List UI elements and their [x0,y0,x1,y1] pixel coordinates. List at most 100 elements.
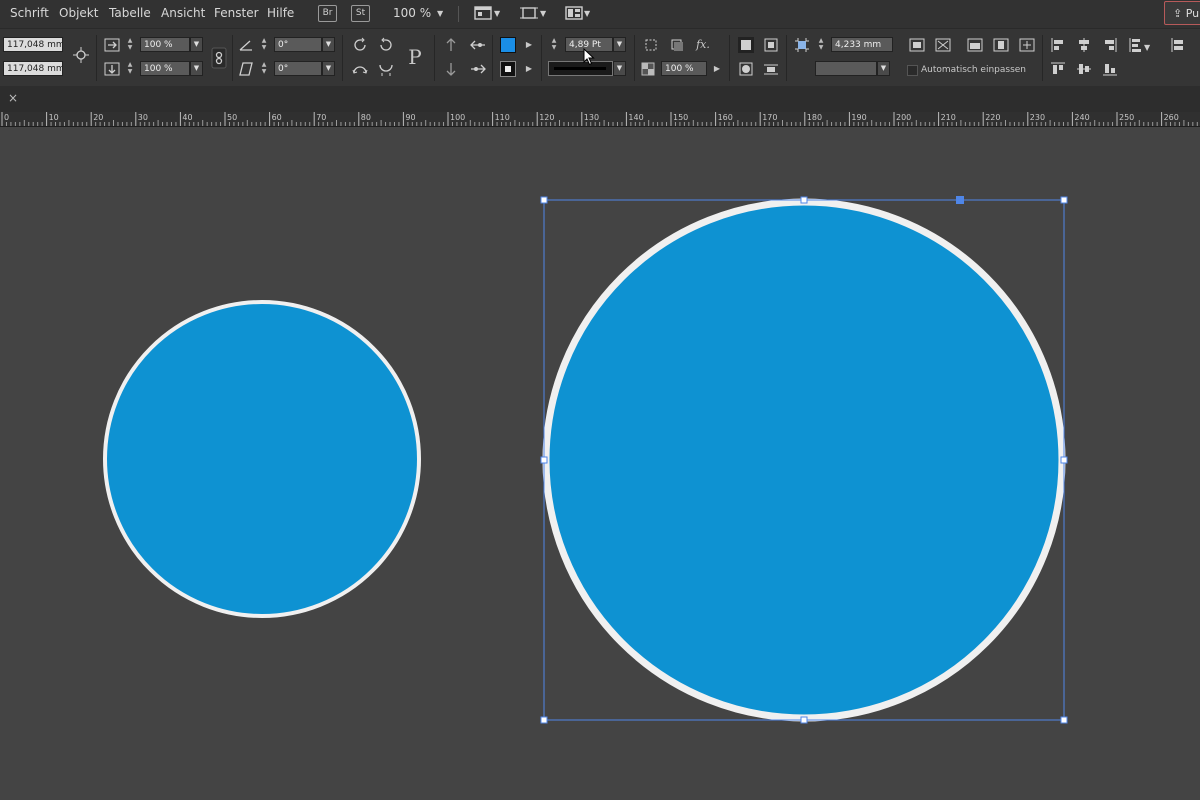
menu-tabelle[interactable]: Tabelle [109,6,151,20]
fill-color-swatch[interactable] [500,37,516,53]
stroke-weight-dropdown[interactable]: ▼ [613,37,626,52]
effects-icon[interactable]: fx. [695,37,711,53]
live-corner-handle[interactable] [956,196,964,204]
align-right-icon[interactable] [1102,37,1118,53]
select-container-icon[interactable] [443,37,459,53]
width-field[interactable]: 117,048 mm [3,37,63,52]
stroke-type-dropdown[interactable]: ▼ [613,61,626,76]
share-icon: ⇪ [1173,7,1183,20]
align-vertical-center-icon[interactable] [1076,61,1092,77]
control-separator [342,35,343,81]
small-circle[interactable] [103,300,421,618]
handle-bottom-center[interactable] [800,716,808,724]
scale-y-field[interactable]: 100 % [140,61,190,76]
handle-top-center[interactable] [800,196,808,204]
horizontal-ruler[interactable]: 0 10 20 30 40 50 60 70 80 90 100 110 120 130 140 150 160… [0,112,1200,127]
link-scale-icon[interactable] [211,47,227,69]
stroke-swatch-arrow-icon[interactable]: ▶ [521,61,537,77]
align-horizontal-center-icon[interactable] [1076,37,1092,53]
align-bottom-icon[interactable] [1102,61,1118,77]
align-top-icon[interactable] [1050,61,1066,77]
screen-mode-icon[interactable] [474,5,492,21]
shear-spinner[interactable]: ▲ ▼ [260,61,268,76]
control-separator [786,35,787,81]
select-previous-object-icon[interactable] [469,37,485,53]
rotation-spinner[interactable]: ▲ ▼ [260,37,268,52]
stroke-type-field[interactable] [548,61,613,76]
auto-fit-checkbox[interactable] [907,65,918,76]
menu-objekt[interactable]: Objekt [59,6,98,20]
zoom-dropdown-icon[interactable]: ▼ [437,9,443,18]
rotation-field[interactable]: 0° [274,37,322,52]
object-style-dropdown[interactable]: ▼ [877,61,890,76]
scale-x-dropdown[interactable]: ▼ [190,37,203,52]
wrap-object-shape-icon[interactable] [738,61,754,77]
handle-middle-left[interactable] [540,456,548,464]
control-separator [541,35,542,81]
shear-field[interactable]: 0° [274,61,322,76]
scale-x-field[interactable]: 100 % [140,37,190,52]
drop-shadow-icon[interactable] [669,37,685,53]
corner-options-icon[interactable] [643,37,659,53]
wrap-none-icon[interactable] [738,37,754,53]
flip-horizontal-icon[interactable] [352,61,368,77]
align-left-icon[interactable] [1050,37,1066,53]
stroke-weight-spinner[interactable]: ▲ ▼ [550,37,558,52]
menu-hilfe[interactable]: Hilfe [267,6,294,20]
bridge-button[interactable]: Br [318,5,337,22]
fit-frame-to-content-icon[interactable] [908,37,925,53]
wrap-bounding-box-icon[interactable] [763,37,779,53]
scale-x-spinner[interactable]: ▲ ▼ [126,37,134,52]
arrange-dropdown-icon[interactable]: ▼ [584,9,590,18]
handle-top-right[interactable] [1060,196,1068,204]
shear-dropdown[interactable]: ▼ [322,61,335,76]
handle-bottom-left[interactable] [540,716,548,724]
opacity-arrow-icon[interactable]: ▶ [709,61,725,77]
handle-top-left[interactable] [540,196,548,204]
fill-frame-proportionally-icon[interactable] [966,37,983,53]
menu-schrift[interactable]: Schrift [10,6,49,20]
rotate-cw-icon[interactable] [352,37,368,53]
view-options-dropdown-icon[interactable]: ▼ [540,9,546,18]
large-circle[interactable] [542,198,1066,722]
stock-button[interactable]: St [351,5,370,22]
close-tab-icon[interactable]: × [8,91,18,105]
fit-content-proportionally-icon[interactable] [992,37,1009,53]
fill-swatch-arrow-icon[interactable]: ▶ [521,37,537,53]
ruler-label: 140 [628,113,643,122]
fit-content-to-frame-icon[interactable] [934,37,951,53]
zoom-level[interactable]: 100 % [393,6,431,20]
opacity-field[interactable]: 100 % [661,61,707,76]
constrain-proportions-icon[interactable] [73,47,89,63]
distribute-icon[interactable] [1128,37,1144,53]
view-options-icon[interactable] [520,5,538,21]
scale-y-dropdown[interactable]: ▼ [190,61,203,76]
ruler-label: 160 [718,113,733,122]
select-content-icon[interactable] [443,61,459,77]
object-style-field[interactable] [815,61,877,76]
scale-y-spinner[interactable]: ▲ ▼ [126,61,134,76]
ruler-label: 230 [1030,113,1045,122]
align-to-selection-icon[interactable] [1170,37,1186,53]
screen-mode-dropdown-icon[interactable]: ▼ [494,9,500,18]
height-field[interactable]: 117,048 mm [3,61,63,76]
handle-bottom-right[interactable] [1060,716,1068,724]
wrap-jump-object-icon[interactable] [763,61,779,77]
menu-fenster[interactable]: Fenster [214,6,259,20]
distribute-dropdown-icon[interactable]: ▼ [1144,43,1150,52]
ruler-label: 20 [93,113,103,122]
handle-middle-right[interactable] [1060,456,1068,464]
select-next-object-icon[interactable] [469,61,486,77]
reference-point-icon[interactable]: P [404,44,426,70]
center-content-icon[interactable] [1018,37,1035,53]
wrap-offset-field[interactable]: 4,233 mm [831,37,893,52]
flip-vertical-icon[interactable] [378,61,394,77]
menu-ansicht[interactable]: Ansicht [161,6,205,20]
arrange-documents-icon[interactable] [565,5,583,21]
wrap-offset-spinner[interactable]: ▲ ▼ [817,37,825,52]
rotate-ccw-icon[interactable] [378,37,394,53]
document-canvas[interactable] [0,127,1200,800]
stroke-color-swatch[interactable] [500,61,516,77]
rotation-dropdown[interactable]: ▼ [322,37,335,52]
publish-online-button[interactable]: ⇪ Pu [1164,1,1200,25]
